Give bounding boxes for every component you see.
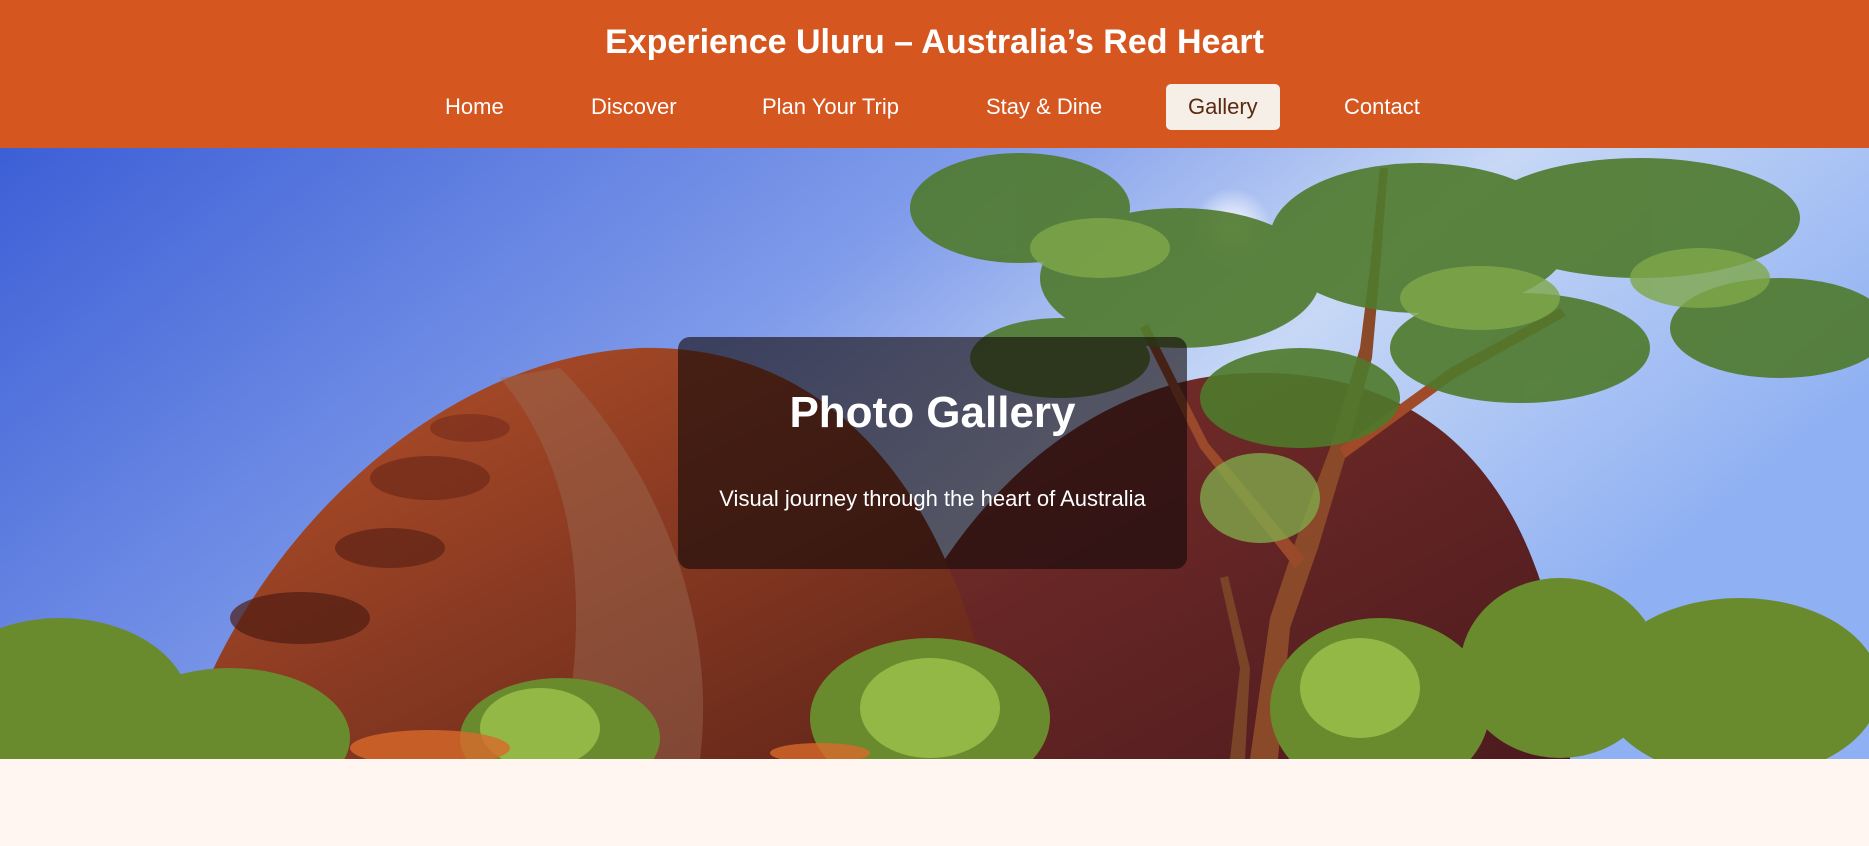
page-content-area bbox=[0, 759, 1869, 846]
nav-item-home[interactable]: Home bbox=[423, 84, 526, 130]
site-header: Experience Uluru – Australia’s Red Heart… bbox=[0, 0, 1869, 148]
nav-item-stay-dine[interactable]: Stay & Dine bbox=[964, 84, 1124, 130]
nav-item-plan-your-trip[interactable]: Plan Your Trip bbox=[740, 84, 921, 130]
hero-caption-box: Photo Gallery Visual journey through the… bbox=[678, 337, 1187, 569]
hero-banner: Photo Gallery Visual journey through the… bbox=[0, 148, 1869, 759]
site-title: Experience Uluru – Australia’s Red Heart bbox=[605, 23, 1264, 61]
hero-subtitle: Visual journey through the heart of Aust… bbox=[719, 486, 1146, 511]
nav-item-contact[interactable]: Contact bbox=[1322, 84, 1442, 130]
nav-item-discover[interactable]: Discover bbox=[569, 84, 699, 130]
main-nav: Home Discover Plan Your Trip Stay & Dine… bbox=[0, 84, 1869, 130]
nav-item-gallery[interactable]: Gallery bbox=[1166, 84, 1280, 130]
hero-title: Photo Gallery bbox=[789, 388, 1076, 437]
